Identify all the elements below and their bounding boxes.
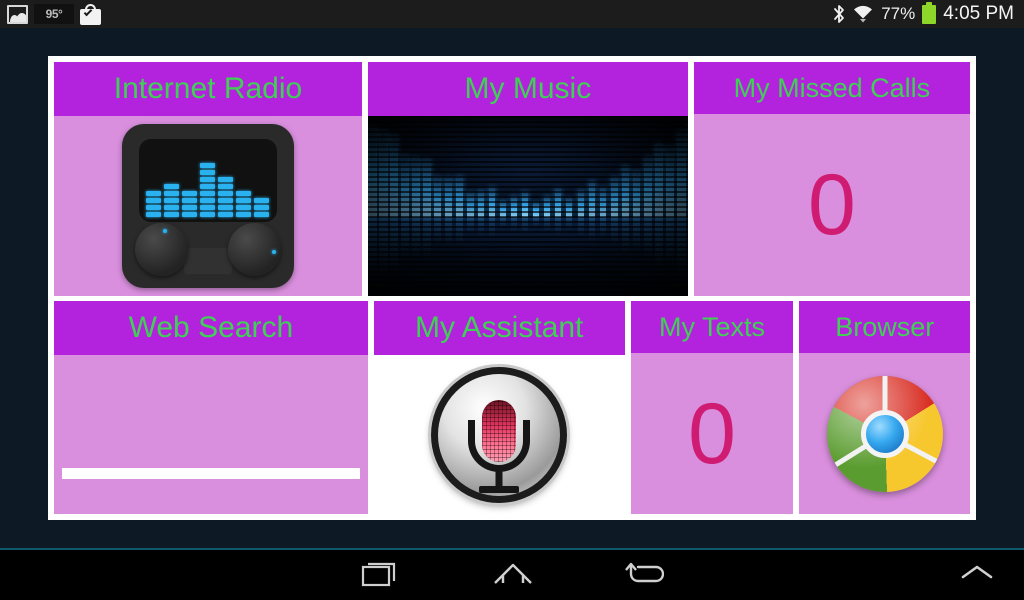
weather-icon: 95° (34, 4, 74, 24)
image-icon (7, 4, 28, 24)
tile-my-missed-calls-body[interactable]: 0 (694, 114, 970, 296)
web-search-input[interactable] (62, 468, 360, 479)
home-icon (490, 558, 536, 593)
microphone-icon[interactable] (431, 366, 568, 503)
tiles-row-1: Internet Radio My Music My Missed Calls … (54, 62, 970, 296)
tile-my-assistant-title: My Assistant (373, 301, 625, 355)
texts-count: 0 (688, 385, 736, 482)
battery-icon (922, 1, 937, 24)
tile-web-search-body[interactable] (54, 355, 368, 514)
tile-internet-radio[interactable]: Internet Radio (54, 62, 362, 296)
tile-my-music[interactable]: My Music (367, 62, 688, 296)
tile-my-texts-title: My Texts (630, 301, 794, 353)
missed-calls-count: 0 (807, 157, 856, 253)
clock-label: 4:05 PM (943, 3, 1014, 24)
status-bar-left-icons: 95° (0, 3, 101, 25)
chevron-up-icon (958, 562, 996, 589)
bluetooth-icon (833, 4, 845, 24)
tile-internet-radio-title: Internet Radio (54, 62, 362, 116)
radio-knob-left (134, 223, 188, 276)
recents-button[interactable] (345, 550, 419, 600)
radio-equalizer-display (138, 139, 277, 222)
tile-my-missed-calls-title: My Missed Calls (693, 62, 970, 114)
expand-button[interactable] (940, 550, 1014, 600)
tile-web-search-title: Web Search (54, 301, 368, 355)
battery-percent-label: 77% (881, 4, 916, 23)
music-equalizer-artwork (367, 116, 688, 296)
tile-my-music-body[interactable] (367, 116, 688, 296)
tile-my-texts-body[interactable]: 0 (631, 353, 794, 514)
tiles-row-2: Web Search My Assistant My Texts 0 Brows… (54, 301, 970, 514)
back-icon (622, 558, 665, 593)
tile-internet-radio-body[interactable] (54, 116, 362, 296)
tile-my-missed-calls[interactable]: My Missed Calls 0 (693, 62, 970, 296)
android-navigation-bar (0, 550, 1024, 600)
status-bar[interactable]: 95° 77% 4:05 PM (0, 0, 1024, 28)
recents-icon (361, 558, 403, 593)
home-button[interactable] (476, 550, 550, 600)
wifi-icon (852, 4, 874, 24)
tile-my-assistant-body[interactable] (373, 355, 625, 514)
tile-my-music-title: My Music (367, 62, 688, 116)
tile-web-search[interactable]: Web Search (54, 301, 368, 514)
radio-knob-right (227, 223, 281, 276)
status-bar-right-icons: 77% 4:05 PM (833, 1, 1024, 25)
chrome-icon (826, 375, 943, 492)
back-button[interactable] (606, 550, 680, 600)
tile-browser-body[interactable] (799, 353, 970, 514)
tile-browser-title: Browser (799, 301, 970, 353)
radio-icon (121, 124, 294, 288)
tiles-panel: Internet Radio My Music My Missed Calls … (48, 56, 976, 520)
tile-my-texts[interactable]: My Texts 0 (630, 301, 794, 514)
tile-my-assistant[interactable]: My Assistant (373, 301, 625, 514)
tile-browser[interactable]: Browser (799, 301, 970, 514)
shopping-bag-check-icon (80, 3, 101, 25)
